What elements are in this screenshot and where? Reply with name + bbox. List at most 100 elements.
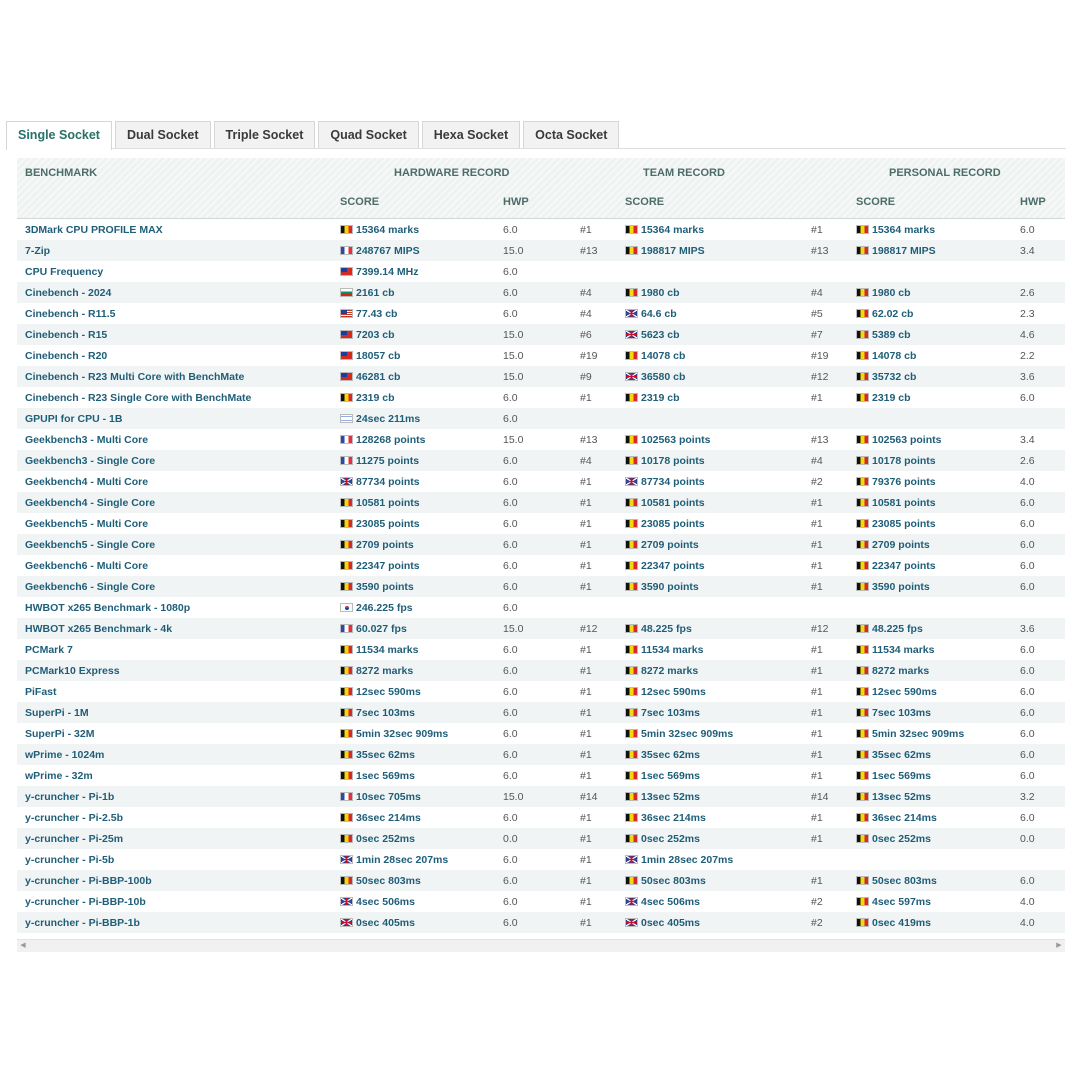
personal-score[interactable]: 198817 MIPS (872, 245, 936, 257)
personal-score[interactable]: 5min 32sec 909ms (872, 728, 964, 740)
tab-hexa-socket[interactable]: Hexa Socket (421, 121, 521, 148)
benchmark-link[interactable]: GPUPI for CPU - 1B (17, 408, 340, 429)
team-score[interactable]: 15364 marks (641, 224, 704, 236)
hardware-score[interactable]: 7399.14 MHz (356, 266, 418, 278)
benchmark-link[interactable]: Cinebench - R11.5 (17, 303, 340, 324)
hardware-score[interactable]: 50sec 803ms (356, 875, 421, 887)
team-score[interactable]: 7sec 103ms (641, 707, 700, 719)
hardware-score[interactable]: 8272 marks (356, 665, 413, 677)
hardware-score[interactable]: 5min 32sec 909ms (356, 728, 448, 740)
hardware-score[interactable]: 0sec 252ms (356, 833, 415, 845)
hardware-score[interactable]: 35sec 62ms (356, 749, 415, 761)
personal-score[interactable]: 79376 points (872, 476, 936, 488)
team-score[interactable]: 23085 points (641, 518, 705, 530)
benchmark-link[interactable]: HWBOT x265 Benchmark - 1080p (17, 597, 340, 618)
benchmark-link[interactable]: CPU Frequency (17, 261, 340, 282)
hardware-score[interactable]: 22347 points (356, 560, 420, 572)
personal-score[interactable]: 23085 points (872, 518, 936, 530)
benchmark-link[interactable]: y-cruncher - Pi-1b (17, 786, 340, 807)
hardware-score[interactable]: 77.43 cb (356, 308, 397, 320)
hardware-score[interactable]: 23085 points (356, 518, 420, 530)
tab-single-socket[interactable]: Single Socket (6, 121, 112, 150)
personal-score[interactable]: 50sec 803ms (872, 875, 937, 887)
personal-score[interactable]: 1980 cb (872, 287, 911, 299)
scroll-left-icon[interactable]: ◀ (17, 940, 29, 952)
benchmark-link[interactable]: 3DMark CPU PROFILE MAX (17, 219, 340, 240)
personal-score[interactable]: 14078 cb (872, 350, 916, 362)
hardware-score[interactable]: 128268 points (356, 434, 425, 446)
hardware-score[interactable]: 60.027 fps (356, 623, 407, 635)
benchmark-link[interactable]: Cinebench - R15 (17, 324, 340, 345)
personal-score[interactable]: 22347 points (872, 560, 936, 572)
hardware-score[interactable]: 1sec 569ms (356, 770, 415, 782)
benchmark-link[interactable]: Geekbench4 - Single Core (17, 492, 340, 513)
team-score[interactable]: 12sec 590ms (641, 686, 706, 698)
personal-score[interactable]: 4sec 597ms (872, 896, 931, 908)
hardware-score[interactable]: 248767 MIPS (356, 245, 420, 257)
benchmark-link[interactable]: Geekbench6 - Multi Core (17, 555, 340, 576)
hardware-score[interactable]: 0sec 405ms (356, 917, 415, 929)
personal-score[interactable]: 7sec 103ms (872, 707, 931, 719)
personal-score[interactable]: 36sec 214ms (872, 812, 937, 824)
team-score[interactable]: 0sec 405ms (641, 917, 700, 929)
tab-octa-socket[interactable]: Octa Socket (523, 121, 620, 148)
hardware-score[interactable]: 2709 points (356, 539, 414, 551)
team-score[interactable]: 10581 points (641, 497, 705, 509)
team-score[interactable]: 1980 cb (641, 287, 680, 299)
team-score[interactable]: 4sec 506ms (641, 896, 700, 908)
personal-score[interactable]: 2319 cb (872, 392, 911, 404)
tab-triple-socket[interactable]: Triple Socket (213, 121, 316, 148)
personal-score[interactable]: 35732 cb (872, 371, 916, 383)
team-score[interactable]: 48.225 fps (641, 623, 692, 635)
benchmark-link[interactable]: Cinebench - R23 Single Core with BenchMa… (17, 387, 340, 408)
scroll-right-icon[interactable]: ▶ (1053, 940, 1065, 952)
benchmark-link[interactable]: y-cruncher - Pi-5b (17, 849, 340, 870)
team-score[interactable]: 87734 points (641, 476, 705, 488)
horizontal-scrollbar[interactable]: ◀ ▶ (17, 939, 1065, 952)
hardware-score[interactable]: 24sec 211ms (356, 413, 420, 425)
team-score[interactable]: 198817 MIPS (641, 245, 705, 257)
hardware-score[interactable]: 7sec 103ms (356, 707, 415, 719)
benchmark-link[interactable]: Cinebench - R20 (17, 345, 340, 366)
hardware-score[interactable]: 36sec 214ms (356, 812, 421, 824)
hardware-score[interactable]: 12sec 590ms (356, 686, 421, 698)
team-score[interactable]: 22347 points (641, 560, 705, 572)
personal-score[interactable]: 10581 points (872, 497, 936, 509)
team-score[interactable]: 36sec 214ms (641, 812, 706, 824)
personal-score[interactable]: 1sec 569ms (872, 770, 931, 782)
benchmark-link[interactable]: Geekbench5 - Multi Core (17, 513, 340, 534)
hardware-score[interactable]: 246.225 fps (356, 602, 413, 614)
hardware-score[interactable]: 3590 points (356, 581, 414, 593)
benchmark-link[interactable]: PCMark 7 (17, 639, 340, 660)
team-score[interactable]: 5623 cb (641, 329, 680, 341)
benchmark-link[interactable]: y-cruncher - Pi-BBP-10b (17, 891, 340, 912)
hardware-score[interactable]: 15364 marks (356, 224, 419, 236)
personal-score[interactable]: 10178 points (872, 455, 936, 467)
personal-score[interactable]: 0sec 252ms (872, 833, 931, 845)
team-score[interactable]: 36580 cb (641, 371, 685, 383)
personal-score[interactable]: 13sec 52ms (872, 791, 931, 803)
benchmark-link[interactable]: Geekbench3 - Multi Core (17, 429, 340, 450)
hardware-score[interactable]: 1min 28sec 207ms (356, 854, 448, 866)
team-score[interactable]: 1min 28sec 207ms (641, 854, 733, 866)
benchmark-link[interactable]: Geekbench6 - Single Core (17, 576, 340, 597)
benchmark-link[interactable]: wPrime - 32m (17, 765, 340, 786)
hardware-score[interactable]: 10581 points (356, 497, 420, 509)
hardware-score[interactable]: 10sec 705ms (356, 791, 421, 803)
team-score[interactable]: 1sec 569ms (641, 770, 700, 782)
benchmark-link[interactable]: y-cruncher - Pi-BBP-100b (17, 870, 340, 891)
benchmark-link[interactable]: Cinebench - R23 Multi Core with BenchMat… (17, 366, 340, 387)
team-score[interactable]: 0sec 252ms (641, 833, 700, 845)
benchmark-link[interactable]: wPrime - 1024m (17, 744, 340, 765)
team-score[interactable]: 2319 cb (641, 392, 680, 404)
personal-score[interactable]: 8272 marks (872, 665, 929, 677)
benchmark-link[interactable]: y-cruncher - Pi-BBP-1b (17, 912, 340, 933)
hardware-score[interactable]: 7203 cb (356, 329, 395, 341)
hardware-score[interactable]: 11275 points (356, 455, 419, 467)
team-score[interactable]: 2709 points (641, 539, 699, 551)
benchmark-link[interactable]: Cinebench - 2024 (17, 282, 340, 303)
personal-score[interactable]: 5389 cb (872, 329, 911, 341)
benchmark-link[interactable]: PiFast (17, 681, 340, 702)
tab-dual-socket[interactable]: Dual Socket (114, 121, 211, 148)
team-score[interactable]: 5min 32sec 909ms (641, 728, 733, 740)
